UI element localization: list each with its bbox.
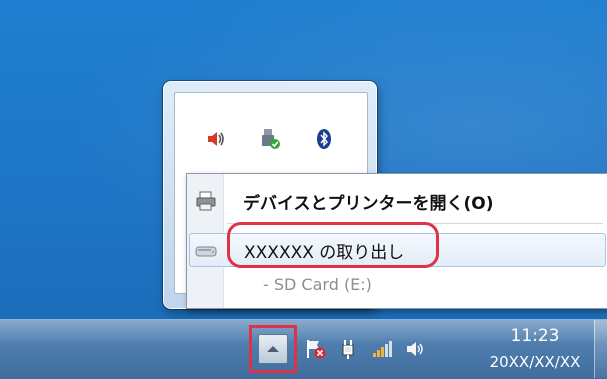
- menu-item-open-devices-and-printers[interactable]: デバイスとプリンターを開く(O): [189, 184, 606, 218]
- speaker-muted-icon[interactable]: [205, 128, 227, 150]
- bluetooth-icon[interactable]: [313, 128, 335, 150]
- action-center-flag-icon[interactable]: [305, 338, 327, 360]
- printer-icon: [195, 191, 217, 211]
- menu-item-sd-card: - SD Card (E:): [189, 267, 606, 301]
- menu-item-label: XXXXXX の取り出し: [244, 242, 405, 263]
- show-desktop-button[interactable]: [594, 320, 607, 378]
- signal-bars-icon[interactable]: [371, 338, 393, 360]
- chevron-up-icon: [267, 346, 279, 352]
- show-hidden-icons-button[interactable]: [258, 334, 288, 364]
- usb-safely-remove-icon[interactable]: [259, 128, 281, 150]
- context-menu: デバイスとプリンターを開く(O) XXXXXX の取り出し - SD Card …: [186, 173, 607, 309]
- clock-date: 20XX/XX/XX: [489, 353, 581, 371]
- menu-separator: [227, 223, 603, 225]
- taskbar-clock[interactable]: 11:23 20XX/XX/XX: [480, 325, 590, 373]
- network-plug-icon[interactable]: [337, 338, 359, 360]
- menu-item-label: - SD Card (E:): [263, 274, 372, 294]
- drive-icon: [195, 240, 217, 260]
- menu-item-label: デバイスとプリンターを開く(O): [243, 193, 494, 214]
- clock-time: 11:23: [510, 326, 560, 346]
- volume-icon[interactable]: [405, 338, 427, 360]
- menu-item-eject-drive[interactable]: XXXXXX の取り出し: [189, 233, 606, 267]
